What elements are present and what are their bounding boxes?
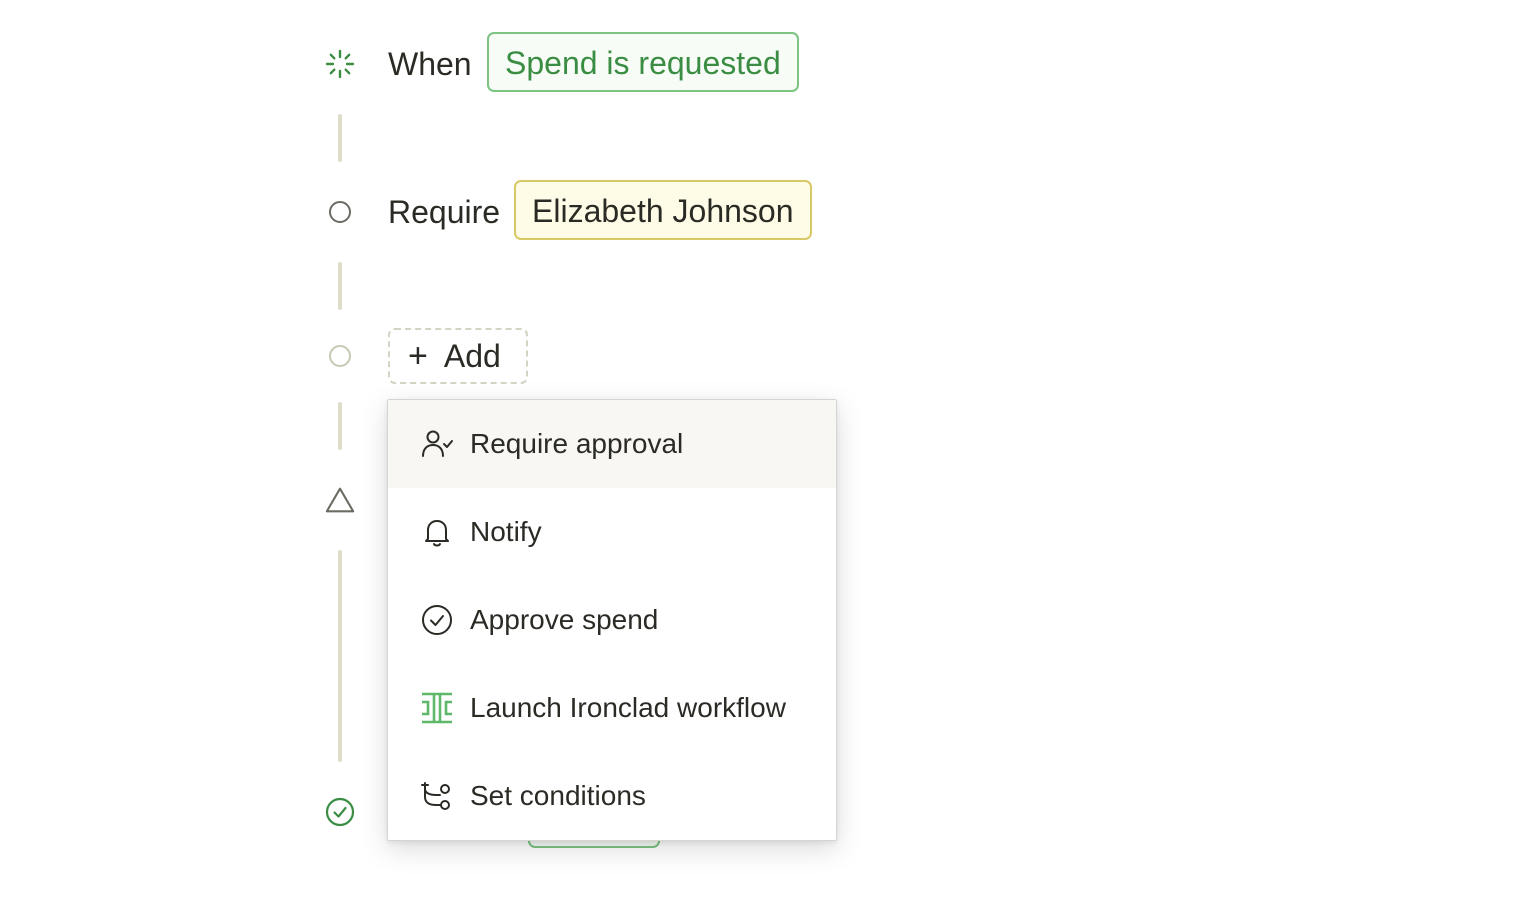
plus-icon: + [408,337,428,375]
add-step-menu: Require approval Notify Approve spend La… [387,399,837,841]
branch-icon [420,779,454,813]
menu-item-label: Approve spend [470,604,659,635]
circle-icon [324,340,356,372]
user-check-icon [420,427,454,461]
triangle-icon [324,484,356,516]
trigger-chip[interactable]: Spend is requested [487,32,799,92]
menu-item-label: Require approval [470,428,684,459]
check-circle-icon [324,796,356,828]
spinner-icon [324,48,356,80]
approval-step-label: Require [388,194,501,230]
ironclad-icon [420,691,454,725]
menu-item-label: Launch Ironclad workflow [470,692,786,723]
add-step-button[interactable]: + Add [388,328,528,384]
menu-item-launch-ironclad[interactable]: Launch Ironclad workflow [388,664,836,752]
menu-item-label: Set conditions [470,780,646,811]
circle-icon [324,196,356,228]
add-step-label: Add [443,337,501,374]
timeline-connector [338,402,342,450]
check-circle-icon [420,603,454,637]
timeline-connector [338,550,342,762]
trigger-label: When [388,46,472,82]
timeline-connector [338,114,342,162]
menu-item-require-approval[interactable]: Require approval [388,400,836,488]
menu-item-set-conditions[interactable]: Set conditions [388,752,836,840]
menu-item-label: Notify [470,516,542,547]
approver-chip[interactable]: Elizabeth Johnson [514,180,812,240]
menu-item-approve-spend[interactable]: Approve spend [388,576,836,664]
bell-icon [420,515,454,549]
menu-item-notify[interactable]: Notify [388,488,836,576]
timeline-connector [338,262,342,310]
workflow-builder: When Spend is requested Require Elizabet… [0,0,1514,908]
